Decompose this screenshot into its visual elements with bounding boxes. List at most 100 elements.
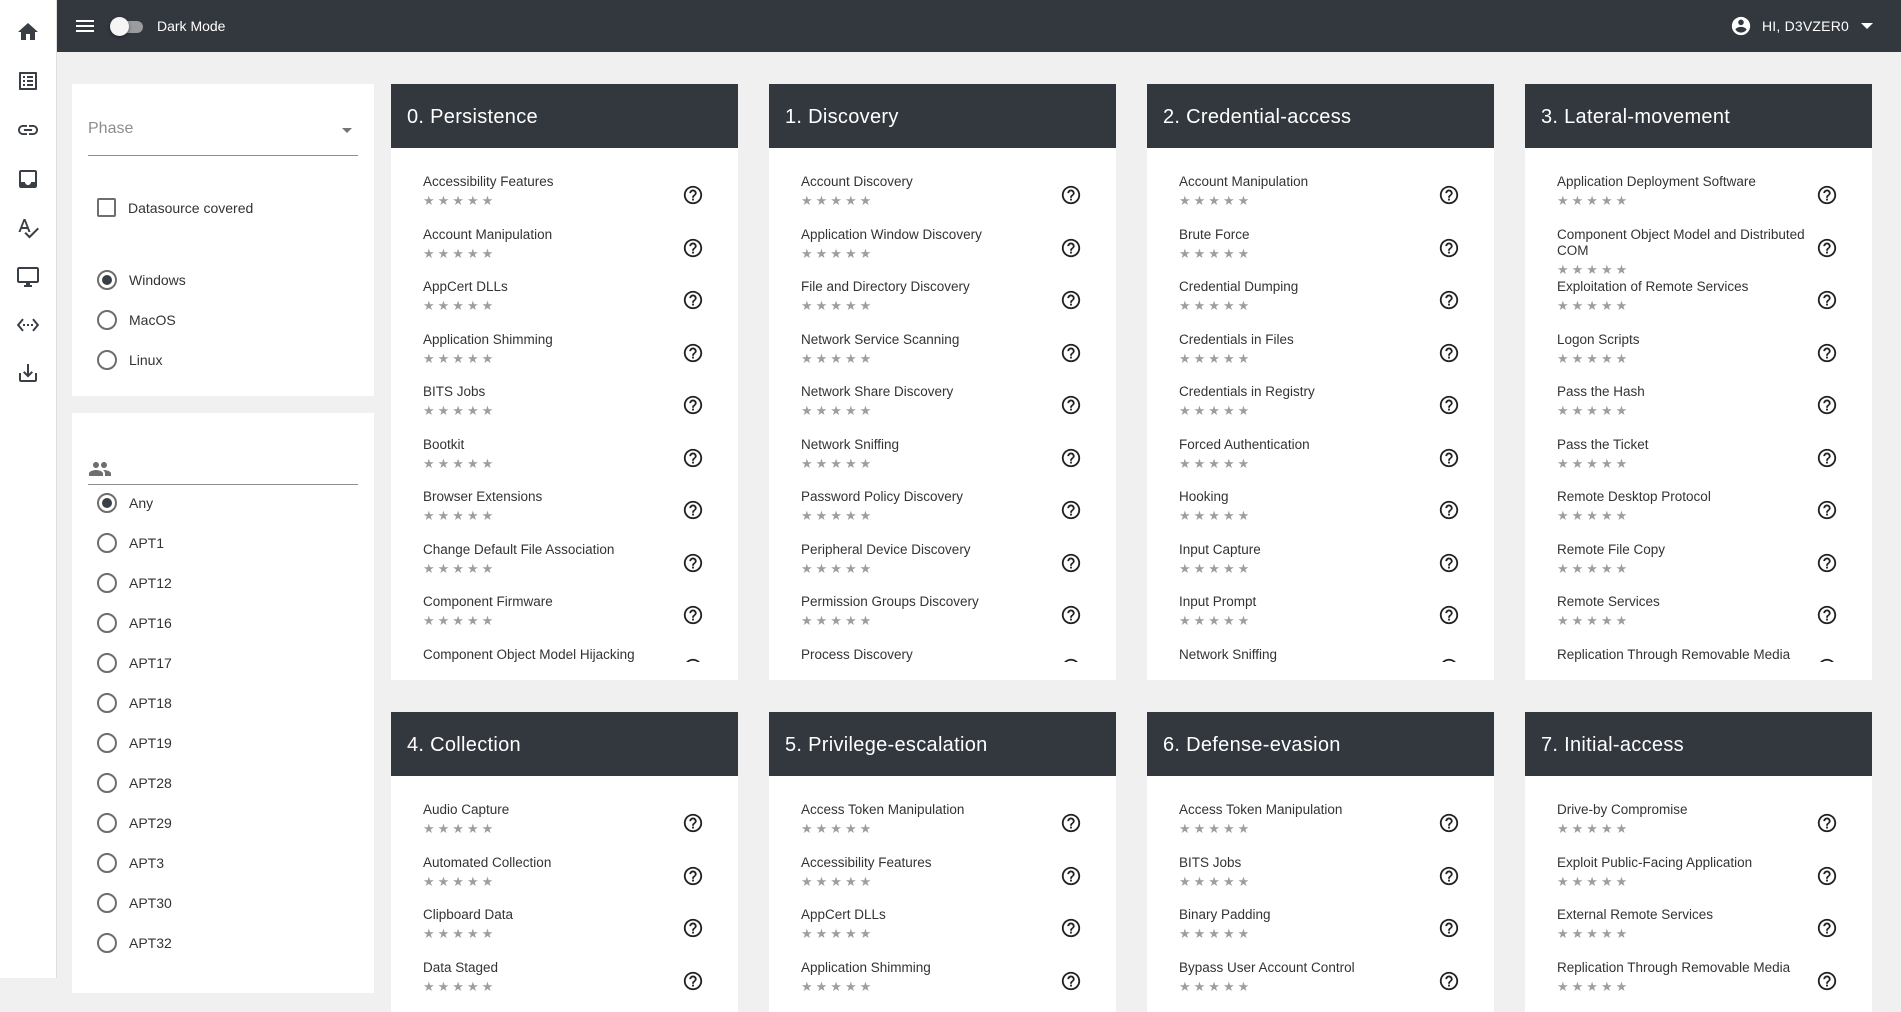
technique-item[interactable]: Account Manipulation ★★★★★: [1147, 168, 1494, 221]
group-radio-apt18[interactable]: APT18: [97, 693, 172, 713]
technique-item[interactable]: File and Directory Discovery ★★★★★: [769, 273, 1116, 326]
datasource-checkbox[interactable]: Datasource covered: [97, 198, 253, 217]
technique-item[interactable]: Network Sniffing★★★★★: [1147, 641, 1494, 662]
technique-item[interactable]: Account Discovery ★★★★★: [769, 168, 1116, 221]
help-icon[interactable]: [682, 657, 704, 662]
technique-item[interactable]: Hooking ★★★★★: [1147, 483, 1494, 536]
group-radio-apt32[interactable]: APT32: [97, 933, 172, 953]
help-icon[interactable]: [1060, 184, 1082, 206]
technique-item[interactable]: AppCert DLLs ★★★★★: [769, 901, 1116, 954]
group-radio-apt12[interactable]: APT12: [97, 573, 172, 593]
help-icon[interactable]: [1438, 394, 1460, 416]
technique-item[interactable]: Remote File Copy ★★★★★: [1525, 536, 1872, 589]
help-icon[interactable]: [1438, 865, 1460, 887]
help-icon[interactable]: [1816, 812, 1838, 834]
help-icon[interactable]: [1060, 552, 1082, 574]
group-radio-apt3[interactable]: APT3: [97, 853, 164, 873]
help-icon[interactable]: [1060, 812, 1082, 834]
technique-item[interactable]: Application Window Discovery ★★★★★: [769, 221, 1116, 274]
list-icon[interactable]: [0, 61, 56, 101]
help-icon[interactable]: [1816, 447, 1838, 469]
technique-item[interactable]: Pass the Hash ★★★★★: [1525, 378, 1872, 431]
group-radio-apt17[interactable]: APT17: [97, 653, 172, 673]
technique-item[interactable]: Application Shimming ★★★★★: [769, 954, 1116, 1007]
help-icon[interactable]: [1816, 499, 1838, 521]
technique-item[interactable]: Component Firmware ★★★★★: [391, 588, 738, 641]
inbox-icon[interactable]: [0, 159, 56, 199]
technique-item[interactable]: Data Staged ★★★★★: [391, 954, 738, 1007]
technique-item[interactable]: Credentials in Registry ★★★★★: [1147, 378, 1494, 431]
technique-item[interactable]: AppCert DLLs ★★★★★: [391, 273, 738, 326]
help-icon[interactable]: [1060, 917, 1082, 939]
help-icon[interactable]: [1816, 184, 1838, 206]
help-icon[interactable]: [1060, 970, 1082, 992]
help-icon[interactable]: [1438, 184, 1460, 206]
group-radio-apt28[interactable]: APT28: [97, 773, 172, 793]
help-icon[interactable]: [1060, 289, 1082, 311]
spellcheck-icon[interactable]: [0, 208, 56, 248]
technique-item[interactable]: Network Share Discovery ★★★★★: [769, 378, 1116, 431]
help-icon[interactable]: [1816, 289, 1838, 311]
menu-icon[interactable]: [73, 14, 97, 38]
technique-item[interactable]: Change Default File Association ★★★★★: [391, 536, 738, 589]
os-radio-windows[interactable]: Windows: [97, 270, 186, 290]
technique-item[interactable]: Forced Authentication ★★★★★: [1147, 431, 1494, 484]
home-icon[interactable]: [0, 12, 56, 52]
group-radio-apt29[interactable]: APT29: [97, 813, 172, 833]
technique-item[interactable]: BITS Jobs ★★★★★: [1147, 849, 1494, 902]
help-icon[interactable]: [1816, 917, 1838, 939]
help-icon[interactable]: [682, 447, 704, 469]
technique-item[interactable]: Peripheral Device Discovery ★★★★★: [769, 536, 1116, 589]
technique-item[interactable]: BITS Jobs ★★★★★: [391, 378, 738, 431]
help-icon[interactable]: [682, 865, 704, 887]
desktop-icon[interactable]: [0, 257, 56, 297]
technique-item[interactable]: Accessibility Features ★★★★★: [391, 168, 738, 221]
help-icon[interactable]: [1438, 342, 1460, 364]
technique-item[interactable]: Password Policy Discovery ★★★★★: [769, 483, 1116, 536]
technique-item[interactable]: Remote Services ★★★★★: [1525, 588, 1872, 641]
help-icon[interactable]: [682, 917, 704, 939]
technique-item[interactable]: Remote Desktop Protocol ★★★★★: [1525, 483, 1872, 536]
technique-item[interactable]: Audio Capture ★★★★★: [391, 796, 738, 849]
help-icon[interactable]: [682, 342, 704, 364]
group-radio-apt16[interactable]: APT16: [97, 613, 172, 633]
help-icon[interactable]: [682, 237, 704, 259]
help-icon[interactable]: [682, 184, 704, 206]
group-radio-apt19[interactable]: APT19: [97, 733, 172, 753]
technique-item[interactable]: External Remote Services ★★★★★: [1525, 901, 1872, 954]
technique-item[interactable]: Binary Padding ★★★★★: [1147, 901, 1494, 954]
help-icon[interactable]: [1816, 657, 1838, 662]
help-icon[interactable]: [1060, 447, 1082, 469]
help-icon[interactable]: [1816, 237, 1838, 259]
group-radio-apt1[interactable]: APT1: [97, 533, 164, 553]
technique-item[interactable]: Exploitation of Remote Services ★★★★★: [1525, 273, 1872, 326]
technique-item[interactable]: Bypass User Account Control ★★★★★: [1147, 954, 1494, 1007]
help-icon[interactable]: [1060, 865, 1082, 887]
help-icon[interactable]: [1438, 812, 1460, 834]
technique-item[interactable]: Access Token Manipulation ★★★★★: [769, 796, 1116, 849]
help-icon[interactable]: [682, 812, 704, 834]
help-icon[interactable]: [1060, 342, 1082, 364]
help-icon[interactable]: [682, 970, 704, 992]
dark-mode-toggle[interactable]: [110, 17, 144, 36]
help-icon[interactable]: [1816, 552, 1838, 574]
technique-item[interactable]: Clipboard Data ★★★★★: [391, 901, 738, 954]
technique-item[interactable]: Brute Force ★★★★★: [1147, 221, 1494, 274]
technique-item[interactable]: Access Token Manipulation ★★★★★: [1147, 796, 1494, 849]
technique-item[interactable]: Input Capture ★★★★★: [1147, 536, 1494, 589]
help-icon[interactable]: [1816, 970, 1838, 992]
help-icon[interactable]: [1438, 552, 1460, 574]
technique-item[interactable]: Pass the Ticket ★★★★★: [1525, 431, 1872, 484]
help-icon[interactable]: [1060, 499, 1082, 521]
technique-item[interactable]: Bootkit ★★★★★: [391, 431, 738, 484]
group-radio-apt30[interactable]: APT30: [97, 893, 172, 913]
technique-item[interactable]: Application Shimming ★★★★★: [391, 326, 738, 379]
technique-item[interactable]: Component Object Model Hijacking★★★★★: [391, 641, 738, 662]
download-icon[interactable]: [0, 353, 56, 393]
technique-item[interactable]: Exploit Public-Facing Application ★★★★★: [1525, 849, 1872, 902]
help-icon[interactable]: [1816, 865, 1838, 887]
help-icon[interactable]: [1438, 447, 1460, 469]
os-radio-linux[interactable]: Linux: [97, 350, 162, 370]
help-icon[interactable]: [682, 499, 704, 521]
help-icon[interactable]: [1060, 657, 1082, 662]
